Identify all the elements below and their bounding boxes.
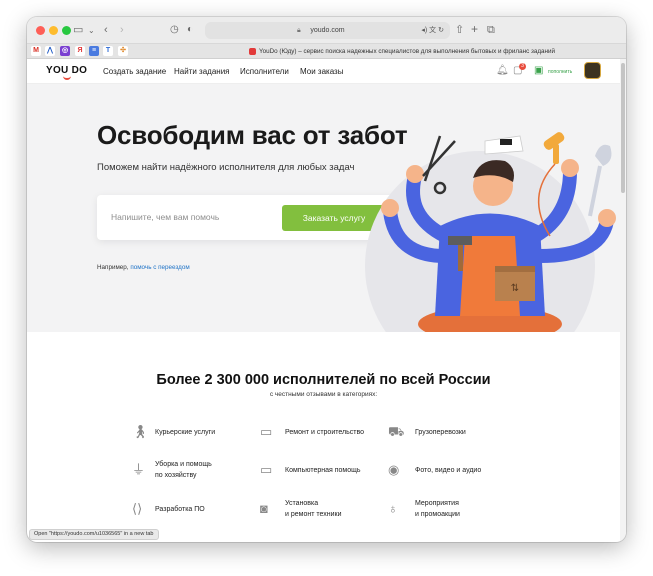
youdo-logo[interactable]: YOU DO: [46, 65, 87, 76]
svg-text:⇅: ⇅: [511, 283, 519, 294]
share-icon[interactable]: ⇧: [455, 23, 464, 37]
bell-icon[interactable]: 🔔︎: [496, 65, 509, 76]
favorites-bar: M ⋀ ◎ Я ≡ T ✣ YouDo (Юду) – сервис поиск…: [27, 44, 626, 59]
zoom-window-button[interactable]: [62, 26, 71, 35]
tab-overview-icon[interactable]: ⧉: [487, 23, 495, 37]
page-scrollbar[interactable]: [620, 59, 626, 542]
hero-illustration: ⇅: [365, 132, 616, 332]
browser-toolbar: ▭ ⌄ ‹ › ◷ ◐ 🔒︎ youdo.com ◂) 文 ↻ ⇧ + ⧉: [27, 17, 626, 44]
task-search-input[interactable]: [111, 207, 271, 227]
yandex-favicon-icon[interactable]: Я: [75, 46, 85, 56]
address-bar-url: youdo.com: [310, 27, 345, 34]
scrollbar-thumb[interactable]: [621, 63, 625, 193]
hand-left-up: [406, 165, 424, 183]
stats-title: Более 2 300 000 исполнителей по всей Рос…: [156, 372, 491, 388]
paint-roller-icon: ▭: [260, 424, 273, 439]
chevron-down-icon[interactable]: ⌄: [88, 24, 95, 38]
gmail-favicon-icon[interactable]: M: [31, 46, 41, 56]
topup-link[interactable]: пополнить: [548, 69, 572, 75]
cleaning-icon: ⏚: [132, 462, 146, 477]
youdo-favicon-icon: [249, 47, 256, 55]
hand-right-up: [561, 159, 579, 177]
address-bar[interactable]: 🔒︎ youdo.com ◂) 文 ↻: [205, 22, 450, 39]
browser-window: ▭ ⌄ ‹ › ◷ ◐ 🔒︎ youdo.com ◂) 文 ↻ ⇧ + ⧉ M …: [27, 17, 626, 542]
nav-find-tasks[interactable]: Найти задания: [174, 67, 230, 76]
category-cargo[interactable]: Грузоперевозки: [415, 427, 466, 438]
notification-badge: 3: [519, 63, 526, 70]
sidebar-toggle-icon[interactable]: ▭: [73, 23, 83, 37]
back-arrow-icon[interactable]: ‹: [104, 23, 108, 37]
truck-icon: ⛟: [388, 424, 405, 439]
courier-icon: 🚶︎: [132, 424, 149, 439]
lock-icon: 🔒︎: [297, 27, 301, 34]
category-repair[interactable]: Ремонт и строительство: [285, 427, 364, 438]
hero-section: Освободим вас от забот Поможем найти над…: [27, 84, 620, 332]
link-status-bar: Open "https://youdo.com/u1036565" in a n…: [29, 529, 159, 540]
category-events[interactable]: Мероприятия и промоакции: [415, 498, 460, 520]
nav-performers[interactable]: Исполнители: [240, 67, 289, 76]
wallet-icon[interactable]: ▣: [534, 65, 543, 76]
hand-left-mid: [381, 199, 399, 217]
code-icon: ⟨⟩: [132, 501, 143, 516]
minimize-window-button[interactable]: [49, 26, 58, 35]
history-icon[interactable]: ◷: [170, 23, 179, 37]
nav-create-task[interactable]: Создать задание: [103, 67, 166, 76]
docs-favicon-icon[interactable]: ≡: [89, 46, 99, 56]
bookmark-favicon-icon[interactable]: ✣: [118, 46, 128, 56]
category-cleaning[interactable]: Уборка и помощь по хозяйству: [155, 459, 212, 481]
category-computer-help[interactable]: Компьютерная помощь: [285, 465, 361, 476]
stats-subtitle: с честными отзывами в категориях:: [269, 391, 378, 398]
category-photo-video[interactable]: Фото, видео и аудио: [415, 465, 481, 476]
hero-subtitle: Поможем найти надёжного исполнителя для …: [97, 162, 355, 173]
example-link[interactable]: помочь с переездом: [130, 264, 189, 271]
cap-icon: [484, 135, 524, 155]
forward-arrow-icon[interactable]: ›: [120, 23, 124, 37]
example-prefix: Например,: [97, 264, 131, 271]
logo-smile-icon: [63, 76, 71, 80]
avatar[interactable]: [584, 62, 601, 79]
bookmark-favicon-icon[interactable]: ◎: [60, 46, 70, 56]
category-appliance-repair[interactable]: Установка и ремонт техники: [285, 498, 341, 520]
active-tab[interactable]: YouDo (Юду) – сервис поиска надежных спе…: [249, 44, 555, 59]
category-courier[interactable]: Курьерские услуги: [155, 427, 215, 438]
privacy-shield-icon[interactable]: ◐: [187, 23, 193, 37]
washing-machine-icon: ◙: [260, 501, 268, 516]
tab-title: YouDo (Юду) – сервис поиска надежных спе…: [259, 48, 556, 55]
category-software-dev[interactable]: Разработка ПО: [155, 504, 205, 515]
hand-right-mid: [598, 209, 616, 227]
close-window-button[interactable]: [36, 26, 45, 35]
site-header: YOU DO Создать задание Найти задания Исп…: [27, 59, 620, 84]
balloon-icon: ♁: [388, 501, 398, 516]
monitor-icon: ▭: [260, 462, 273, 477]
box-icon: ⇅: [495, 266, 535, 301]
example-hint: Например, помочь с переездом: [97, 264, 190, 271]
page-tools-icon[interactable]: ◂) 文 ↻: [421, 22, 444, 39]
bookmark-favicon-icon[interactable]: T: [103, 46, 113, 56]
bookmark-favicon-icon[interactable]: ⋀: [45, 46, 55, 56]
camera-icon: ◉: [388, 462, 400, 477]
nav-my-orders[interactable]: Мои заказы: [300, 67, 343, 76]
ladle-icon: [588, 144, 612, 217]
new-tab-icon[interactable]: +: [471, 22, 478, 36]
